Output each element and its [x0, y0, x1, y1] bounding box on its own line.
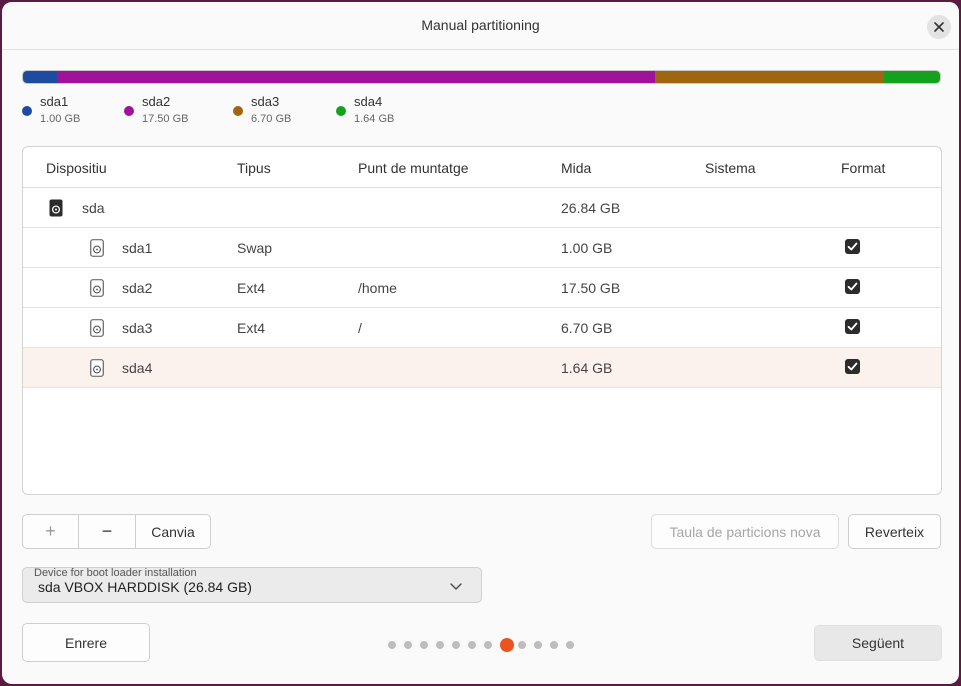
table-header: Dispositiu Tipus Punt de muntatge Mida S… [23, 147, 941, 188]
column-header-device[interactable]: Dispositiu [46, 160, 107, 176]
partition-icon [90, 319, 104, 337]
type-cell: Ext4 [237, 280, 266, 296]
table-row-sda[interactable]: sda 26.84 GB [23, 188, 941, 228]
step-dot [484, 641, 492, 649]
table-row-sda2[interactable]: sda2 Ext4 /home 17.50 GB [23, 268, 941, 308]
close-button[interactable] [927, 15, 951, 39]
checkmark-icon [847, 362, 858, 371]
usage-segment-sda4 [883, 71, 940, 83]
legend-dot-sda3 [233, 106, 243, 116]
column-header-system[interactable]: Sistema [705, 160, 756, 176]
column-header-format[interactable]: Format [841, 160, 885, 176]
usage-segment-sda2 [57, 71, 656, 83]
type-cell: Swap [237, 240, 273, 256]
device-cell: sda1 [122, 240, 153, 256]
column-header-type[interactable]: Tipus [237, 160, 271, 176]
usage-segment-sda1 [23, 71, 58, 83]
disk-icon [49, 199, 63, 217]
step-dot [404, 641, 412, 649]
format-checkbox[interactable] [845, 239, 860, 254]
legend-size: 17.50 GB [142, 113, 189, 125]
close-icon [934, 22, 944, 32]
device-cell: sda2 [122, 280, 153, 296]
legend-name: sda3 [251, 94, 280, 109]
change-partition-button[interactable]: Canvia [136, 515, 210, 548]
format-checkbox[interactable] [845, 319, 860, 334]
size-cell: 26.84 GB [561, 200, 621, 216]
legend-dot-sda2 [124, 106, 134, 116]
partition-icon [90, 359, 104, 377]
revert-button[interactable]: Reverteix [848, 514, 941, 549]
bootloader-device-select[interactable]: Device for boot loader installation sda … [22, 567, 482, 603]
step-dot [566, 641, 574, 649]
type-cell: Ext4 [237, 320, 266, 336]
step-dot [468, 641, 476, 649]
step-dot [388, 641, 396, 649]
size-cell: 1.64 GB [561, 360, 613, 376]
step-dot [518, 641, 526, 649]
size-cell: 6.70 GB [561, 320, 613, 336]
legend-size: 1.64 GB [354, 113, 395, 125]
partition-usage-bar [22, 70, 941, 84]
next-button[interactable]: Següent [814, 625, 942, 661]
chevron-down-icon [450, 583, 462, 590]
bootloader-device-value: sda VBOX HARDDISK (26.84 GB) [38, 579, 252, 595]
step-dot [534, 641, 542, 649]
legend-name: sda4 [354, 94, 383, 109]
legend-name: sda1 [40, 94, 69, 109]
size-cell: 17.50 GB [561, 280, 621, 296]
mount-cell: /home [358, 280, 397, 296]
step-dot [550, 641, 558, 649]
checkmark-icon [847, 282, 858, 291]
size-cell: 1.00 GB [561, 240, 613, 256]
format-checkbox[interactable] [845, 279, 860, 294]
device-cell: sda3 [122, 320, 153, 336]
format-checkbox[interactable] [845, 359, 860, 374]
legend-size: 6.70 GB [251, 113, 292, 125]
table-row-sda3[interactable]: sda3 Ext4 / 6.70 GB [23, 308, 941, 348]
partition-edit-buttons: + − Canvia [22, 514, 211, 549]
partition-icon [90, 279, 104, 297]
remove-partition-button[interactable]: − [79, 515, 136, 548]
step-indicator [388, 638, 578, 652]
legend-size: 1.00 GB [40, 113, 81, 125]
step-dot-current [500, 638, 514, 652]
step-dot [452, 641, 460, 649]
partition-table: Dispositiu Tipus Punt de muntatge Mida S… [22, 146, 942, 495]
checkmark-icon [847, 322, 858, 331]
column-header-mount[interactable]: Punt de muntatge [358, 160, 469, 176]
installer-window: Manual partitioning sda1 1.00 GB sda2 17… [2, 2, 959, 684]
column-header-size[interactable]: Mida [561, 160, 591, 176]
window-title: Manual partitioning [421, 17, 540, 33]
usage-segment-sda3 [655, 71, 884, 83]
bootloader-device-label: Device for boot loader installation [34, 567, 197, 579]
legend-dot-sda1 [22, 106, 32, 116]
new-partition-table-button[interactable]: Taula de particions nova [651, 514, 839, 549]
back-button[interactable]: Enrere [22, 623, 150, 662]
legend-dot-sda4 [336, 106, 346, 116]
table-row-sda4[interactable]: sda4 1.64 GB [23, 348, 941, 388]
add-partition-button[interactable]: + [23, 515, 79, 548]
checkmark-icon [847, 242, 858, 251]
device-cell: sda [82, 200, 105, 216]
step-dot [420, 641, 428, 649]
legend-name: sda2 [142, 94, 171, 109]
device-cell: sda4 [122, 360, 153, 376]
table-row-sda1[interactable]: sda1 Swap 1.00 GB [23, 228, 941, 268]
partition-icon [90, 239, 104, 257]
titlebar: Manual partitioning [2, 2, 959, 50]
step-dot [436, 641, 444, 649]
mount-cell: / [358, 320, 362, 336]
